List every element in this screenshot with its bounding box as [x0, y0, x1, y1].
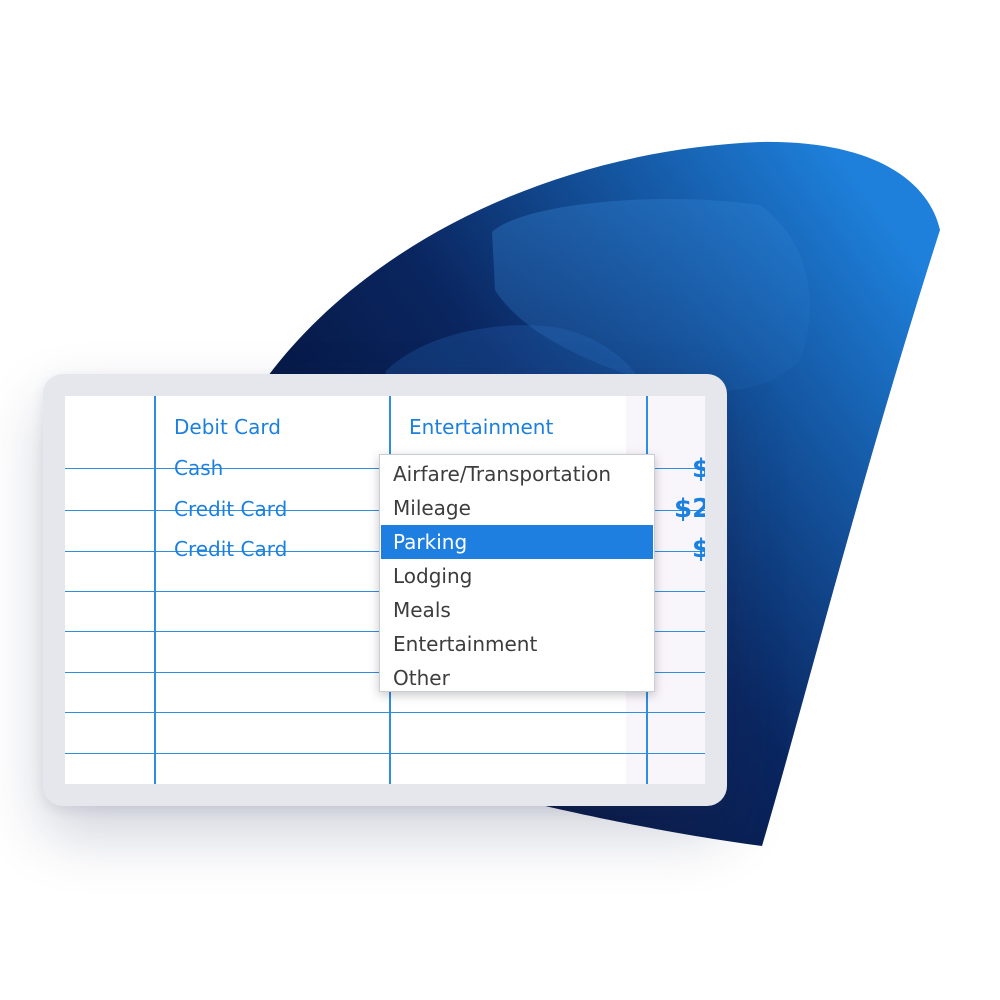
row-divider — [65, 753, 705, 754]
dropdown-option-entertainment[interactable]: Entertainment — [380, 627, 654, 661]
dropdown-option-other[interactable]: Other — [380, 661, 654, 695]
dropdown-option-parking[interactable]: Parking — [381, 525, 653, 559]
dropdown-option-lodging[interactable]: Lodging — [380, 559, 654, 593]
amount-cell[interactable]: $ — [692, 535, 705, 563]
amount-cell[interactable]: $ — [692, 455, 705, 483]
payment-method-cell[interactable]: Credit Card — [174, 497, 287, 521]
column-divider — [154, 396, 156, 784]
amount-cell[interactable]: $2 — [674, 495, 705, 523]
row-divider — [65, 712, 705, 713]
dropdown-option-airfare[interactable]: Airfare/Transportation — [380, 457, 654, 491]
dropdown-option-meals[interactable]: Meals — [380, 593, 654, 627]
category-dropdown-menu[interactable]: Airfare/Transportation Mileage Parking L… — [379, 454, 655, 692]
category-cell[interactable]: Entertainment — [409, 415, 553, 439]
dropdown-option-mileage[interactable]: Mileage — [380, 491, 654, 525]
payment-method-cell[interactable]: Credit Card — [174, 537, 287, 561]
payment-method-cell[interactable]: Debit Card — [174, 415, 281, 439]
stage: Debit Card Entertainment Cash Credit Car… — [0, 0, 1000, 1000]
payment-method-cell[interactable]: Cash — [174, 456, 223, 480]
